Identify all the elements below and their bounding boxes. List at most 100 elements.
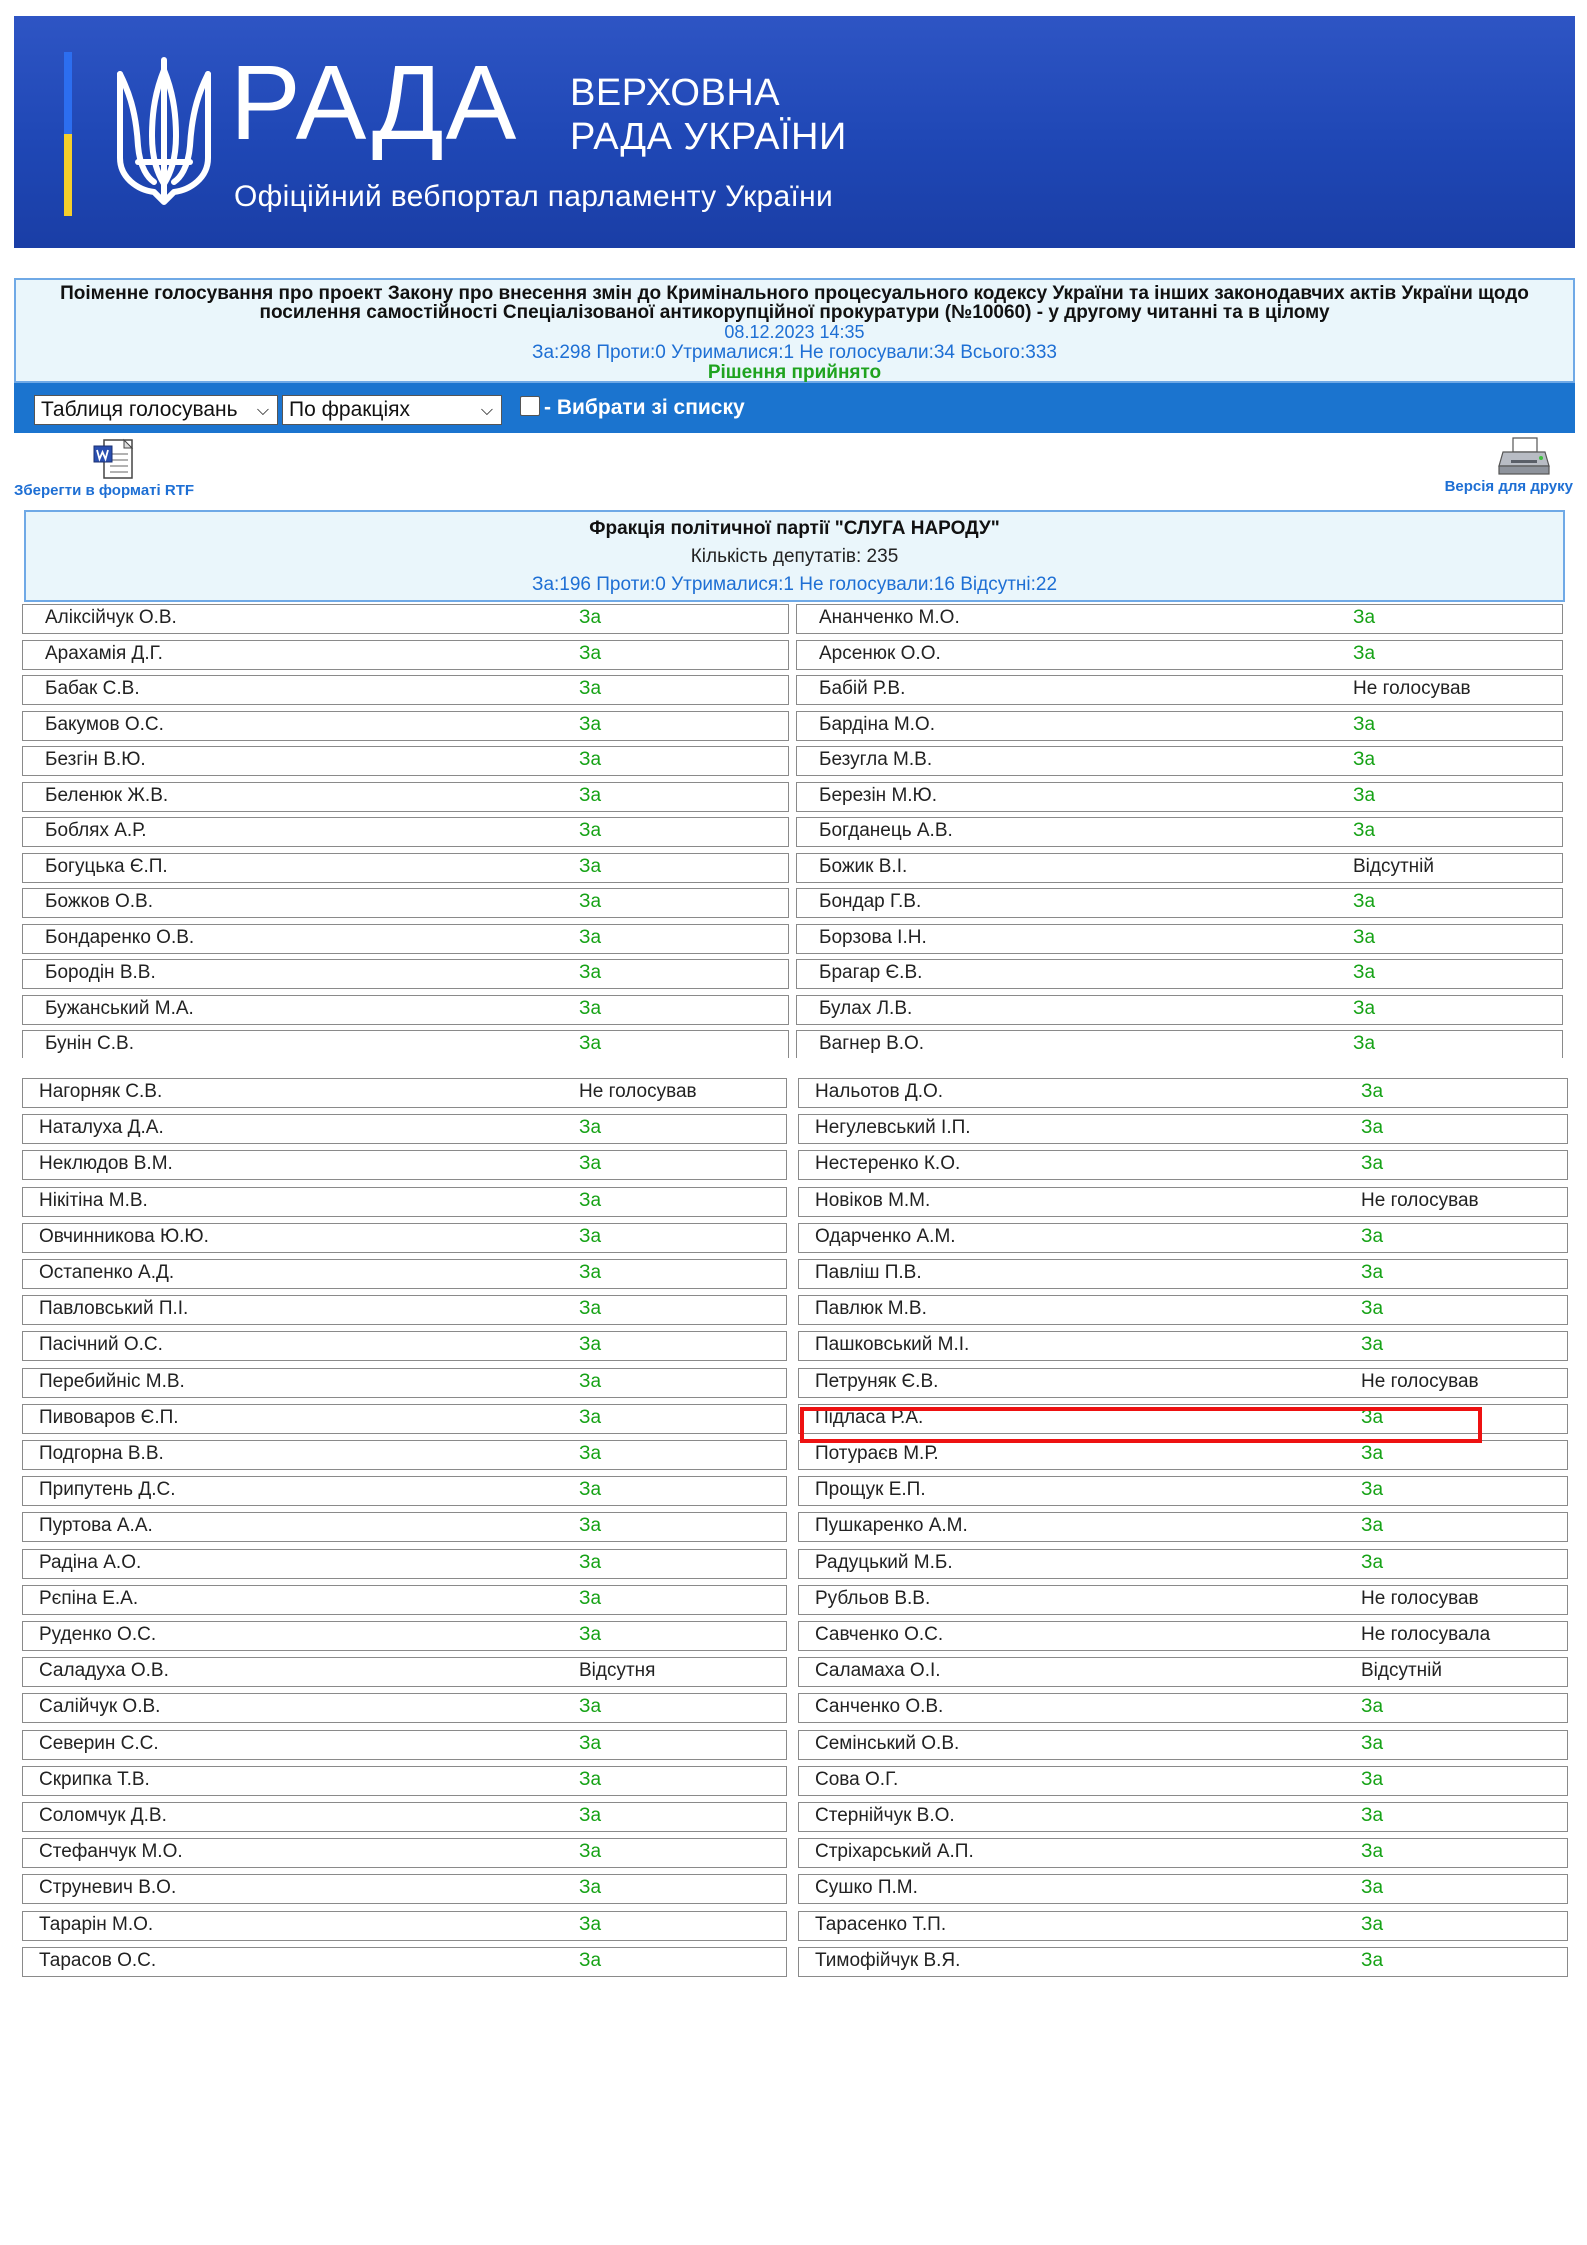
deputy-name: Безугла М.В. [819, 749, 933, 770]
deputy-vote: За [1361, 1696, 1384, 1718]
table-row: Арахамія Д.Г. За Арсенюк О.О. За [20, 639, 1567, 672]
deputy-name: Пивоваров Є.П. [39, 1406, 179, 1428]
deputy-name: Борзова І.Н. [819, 926, 927, 948]
flag-stripe [64, 52, 72, 216]
deputy-vote: За [579, 749, 602, 770]
table-row: Радіна А.О. За Радуцький М.Б. За [8, 1548, 1568, 1581]
deputy-name: Арахамія Д.Г. [45, 642, 163, 664]
deputy-cell: Тарасенко Т.П. За [798, 1910, 1568, 1941]
view-select-value: Таблиця голосувань [41, 398, 238, 421]
deputy-vote: За [1361, 1913, 1384, 1935]
pick-from-list-label[interactable]: - Вибрати зі списку [544, 396, 745, 420]
deputy-name: Богуцька Є.П. [45, 855, 168, 877]
deputy-vote: За [1353, 784, 1376, 806]
logo-subtitle: ВЕРХОВНА РАДА УКРАЇНИ [570, 71, 847, 159]
deputy-cell: Арахамія Д.Г. За [22, 639, 789, 670]
deputy-cell: Савченко О.С. Не голосувала [798, 1621, 1568, 1651]
printer-icon[interactable] [1497, 436, 1551, 478]
table-row: Пасічний О.С. За Пашковський М.І. За [8, 1331, 1568, 1363]
deputy-name: Скрипка Т.В. [39, 1768, 150, 1790]
group-select[interactable]: По фракціях ⌵ [282, 395, 502, 425]
vote-summary: Поіменне голосування про проект Закону п… [14, 278, 1575, 383]
deputy-name: Наталуха Д.А. [39, 1117, 164, 1139]
group-select-value: По фракціях [289, 398, 410, 421]
deputy-vote: За [579, 1443, 602, 1464]
deputy-cell: Руденко О.С. За [22, 1621, 787, 1651]
deputy-name: Нікітіна М.В. [39, 1189, 148, 1211]
logo-word[interactable]: РАДА [230, 50, 518, 156]
deputy-vote: За [1361, 1515, 1384, 1537]
deputy-cell: Бунін С.В. За [22, 1030, 789, 1058]
deputy-cell: Стріхарський А.П. За [798, 1838, 1568, 1869]
deputy-cell: Богданець А.В. За [796, 817, 1563, 847]
deputy-cell: Вагнер В.О. За [796, 1030, 1563, 1058]
deputy-cell: Подгорна В.В. За [22, 1440, 787, 1470]
deputy-cell: Саламаха О.І. Відсутній [798, 1657, 1568, 1688]
deputy-name: Березін М.Ю. [819, 784, 938, 806]
deputy-name: Пушкаренко А.М. [815, 1515, 968, 1537]
deputy-name: Підласа Р.А. [815, 1406, 924, 1428]
trident-emblem-icon[interactable] [108, 50, 220, 220]
deputy-vote: За [579, 1370, 602, 1392]
deputy-vote: За [579, 1949, 602, 1971]
deputy-cell: Неклюдов В.М. За [22, 1150, 787, 1181]
faction-vote-stats: За:196 Проти:0 Утрималися:1 Не голосувал… [531, 574, 1058, 595]
deputy-name: Овчинникова Ю.Ю. [39, 1225, 209, 1247]
view-select[interactable]: Таблиця голосувань ⌵ [34, 395, 278, 425]
deputy-cell: Прощук Е.П. За [798, 1476, 1568, 1507]
deputy-cell: Брагар Є.В. За [796, 959, 1563, 989]
deputy-vote: За [579, 1406, 602, 1428]
save-rtf-label[interactable]: Зберегти в форматі RTF [14, 482, 194, 499]
deputy-cell: Салійчук О.В. За [22, 1693, 787, 1724]
deputy-name: Стріхарський А.П. [815, 1841, 974, 1863]
print-version-label[interactable]: Версія для друку [1445, 478, 1573, 495]
deputy-vote: За [1361, 1551, 1384, 1573]
deputy-name: Пасічний О.С. [39, 1334, 163, 1356]
deputy-name: Нальотов Д.О. [815, 1081, 944, 1102]
deputy-name: Неклюдов В.М. [39, 1153, 173, 1175]
deputy-name: Павліш П.В. [815, 1262, 922, 1283]
deputy-vote: За [1353, 1033, 1376, 1054]
deputy-vote: За [1361, 1805, 1384, 1826]
deputy-vote: За [579, 1225, 602, 1247]
deputy-vote: Не голосував [1353, 678, 1471, 699]
table-row: Бужанський М.А. За Булах Л.В. За [20, 994, 1567, 1027]
chevron-down-icon: ⌵ [256, 402, 269, 419]
deputy-vote: За [1361, 1298, 1384, 1320]
table-row: Неклюдов В.М. За Нестеренко К.О. За [8, 1150, 1568, 1182]
deputy-cell: Негулевський І.П. За [798, 1114, 1568, 1145]
deputy-cell: Пуртова А.А. За [22, 1512, 787, 1543]
deputy-cell: Борзова І.Н. За [796, 923, 1563, 954]
chevron-down-icon: ⌵ [480, 402, 493, 419]
deputy-cell: Радуцький М.Б. За [798, 1548, 1568, 1579]
faction-name: Фракція політичної партії "СЛУГА НАРОДУ" [589, 518, 1000, 539]
deputy-cell: Павліш П.В. За [798, 1259, 1568, 1289]
deputy-name: Арсенюк О.О. [819, 642, 941, 664]
deputy-cell: Божик В.І. Відсутній [796, 852, 1563, 883]
deputy-vote: За [1353, 749, 1376, 770]
deputy-cell: Павловський П.І. За [22, 1295, 787, 1326]
save-rtf-link[interactable]: Зберегти в форматі RTF [14, 438, 224, 499]
deputy-vote: Відсутня [579, 1660, 656, 1682]
table-row: Струневич В.О. За Сушко П.М. За [8, 1874, 1568, 1906]
deputy-cell: Одарченко А.М. За [798, 1222, 1568, 1253]
deputy-name: Саладуха О.В. [39, 1660, 169, 1682]
deputy-vote: За [579, 820, 602, 841]
table-row: Пуртова А.А. За Пушкаренко А.М. За [8, 1512, 1568, 1544]
deputy-name: Боблях А.Р. [45, 820, 147, 841]
deputy-cell: Припутень Д.С. За [22, 1476, 787, 1507]
table-row: Наталуха Д.А. За Негулевський І.П. За [8, 1114, 1568, 1146]
deputy-cell: Овчинникова Ю.Ю. За [22, 1222, 787, 1253]
deputy-vote: За [1361, 1406, 1384, 1428]
deputy-vote: За [1361, 1443, 1384, 1464]
deputy-cell: Петруняк Є.В. Не голосував [798, 1367, 1568, 1398]
deputy-name: Северин С.С. [39, 1732, 159, 1754]
pick-from-list-checkbox[interactable] [520, 396, 540, 416]
deputy-vote: За [1361, 1732, 1384, 1754]
deputy-cell: Наталуха Д.А. За [22, 1114, 787, 1145]
deputy-name: Савченко О.С. [815, 1624, 944, 1645]
deputy-cell: Нікітіна М.В. За [22, 1186, 787, 1217]
word-document-icon[interactable] [90, 438, 140, 482]
logo-subtitle-line1: ВЕРХОВНА [570, 72, 781, 114]
print-version-link[interactable]: Версія для друку [1403, 436, 1573, 498]
